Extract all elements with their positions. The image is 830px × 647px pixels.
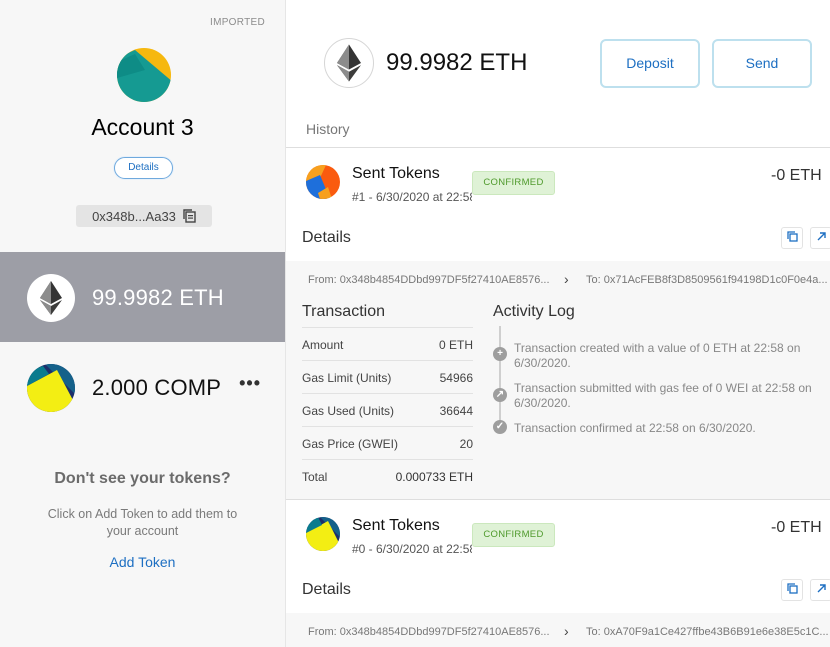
external-link-icon xyxy=(816,581,827,599)
transaction-amount: -0 ETH xyxy=(771,167,822,184)
breakdown-row: Gas Used (Units) 36644 xyxy=(302,393,473,426)
dont-see-text: Click on Add Token to add them to your a… xyxy=(47,507,238,538)
comp-identicon xyxy=(27,363,75,412)
activity-log-heading: Activity Log xyxy=(493,303,575,320)
token-row-eth[interactable]: 99.9982 ETH xyxy=(0,252,285,343)
ethereum-icon xyxy=(27,273,75,322)
recipient-identicon xyxy=(306,517,340,551)
deposit-button[interactable]: Deposit xyxy=(600,39,700,88)
to-address[interactable]: To: 0x71AcFEB8f3D8509561f94198D1c0F0e4a.… xyxy=(586,274,830,286)
from-address[interactable]: From: 0x348b4854DDbd997DF5f27410AE8576..… xyxy=(308,274,550,286)
activity-entry: Transaction created with a value of 0 ET… xyxy=(514,341,801,370)
copy-tx-hash-button[interactable] xyxy=(781,579,803,601)
transaction-subtitle: #1 - 6/30/2020 at 22:58 xyxy=(352,190,472,204)
breakdown-key: Gas Limit (Units) xyxy=(302,371,392,385)
breakdown-row: Gas Price (GWEI) 20 xyxy=(302,426,473,459)
activity-entry: Transaction confirmed at 22:58 on 6/30/2… xyxy=(514,421,756,435)
activity-timeline xyxy=(499,326,501,426)
from-address[interactable]: From: 0x348b4854DDbd997DF5f27410AE8576..… xyxy=(308,626,550,638)
copy-address-button[interactable]: 0x348b...Aa33 xyxy=(76,205,212,227)
transaction-title: Sent Tokens xyxy=(352,165,440,182)
breakdown-value: 36644 xyxy=(439,404,473,418)
account-details-button[interactable]: Details xyxy=(114,157,173,179)
transaction-row[interactable]: Sent Tokens #0 - 6/30/2020 at 22:58 CONF… xyxy=(286,500,830,570)
plus-icon: + xyxy=(493,347,507,361)
details-heading: Details xyxy=(302,581,351,598)
activity-entry: Transaction submitted with gas fee of 0 … xyxy=(514,381,812,410)
recipient-identicon xyxy=(306,165,340,199)
view-on-explorer-button[interactable] xyxy=(810,227,830,249)
breakdown-key: Total xyxy=(302,470,328,484)
copy-icon xyxy=(786,581,798,599)
status-badge: CONFIRMED xyxy=(472,523,555,547)
breakdown-key: Gas Price (GWEI) xyxy=(302,437,399,451)
token-amount: 99.9982 ETH xyxy=(92,284,224,310)
sidebar: IMPORTED Account 3 Details 0x348b...Aa33… xyxy=(0,0,285,647)
ethereum-icon xyxy=(324,38,374,88)
copy-icon xyxy=(183,209,196,223)
token-amount: 2.000 COMP xyxy=(92,374,222,400)
sender-recipient: From: 0x348b4854DDbd997DF5f27410AE8576..… xyxy=(286,261,830,299)
breakdown-key: Gas Used (Units) xyxy=(302,404,395,418)
transaction-amount: -0 ETH xyxy=(771,519,822,536)
check-icon: ✓ xyxy=(493,420,507,434)
breakdown-row: Gas Limit (Units) 54966 xyxy=(302,360,473,393)
external-link-icon xyxy=(816,229,827,247)
address-text: 0x348b...Aa33 xyxy=(92,208,176,224)
token-options-menu[interactable]: ••• xyxy=(239,374,261,392)
breakdown-key: Amount xyxy=(302,338,344,352)
account-header: IMPORTED Account 3 Details 0x348b...Aa33 xyxy=(0,0,285,250)
transaction-row[interactable]: Sent Tokens #1 - 6/30/2020 at 22:58 CONF… xyxy=(286,148,830,218)
details-heading: Details xyxy=(302,229,351,246)
balance-amount: 99.9982 ETH xyxy=(386,49,528,76)
breakdown-value: 20 xyxy=(459,437,473,451)
copy-tx-hash-button[interactable] xyxy=(781,227,803,249)
account-identicon xyxy=(117,48,171,102)
breakdown-value: 54966 xyxy=(439,371,473,385)
to-address[interactable]: To: 0xA70F9a1Ce427ffbe43B6B91e6e38E5c1C.… xyxy=(586,626,830,638)
send-button[interactable]: Send xyxy=(712,39,812,88)
details-bar: Details xyxy=(286,571,830,611)
add-token-link[interactable]: Add Token xyxy=(0,554,285,570)
account-name: Account 3 xyxy=(91,114,194,140)
chevron-right-icon: › xyxy=(564,271,569,287)
token-row-comp[interactable]: 2.000 COMP ••• xyxy=(0,342,285,433)
account-type-label: IMPORTED xyxy=(210,17,265,28)
status-badge: CONFIRMED xyxy=(472,171,555,195)
breakdown-value: 0.000733 ETH xyxy=(395,470,473,484)
arrow-up-right-icon: ↗ xyxy=(493,388,507,402)
copy-icon xyxy=(786,229,798,247)
breakdown-row: Amount 0 ETH xyxy=(302,327,473,360)
dont-see-title: Don't see your tokens? xyxy=(54,470,231,487)
breakdown-value: 0 ETH xyxy=(438,338,473,352)
transaction-subtitle: #0 - 6/30/2020 at 22:58 xyxy=(352,542,472,556)
view-on-explorer-button[interactable] xyxy=(810,579,830,601)
details-bar: Details xyxy=(286,219,830,259)
chevron-right-icon: › xyxy=(564,623,569,639)
sender-recipient: From: 0x348b4854DDbd997DF5f27410AE8576..… xyxy=(286,613,830,647)
transaction-heading: Transaction xyxy=(302,303,385,320)
history-label: History xyxy=(306,121,350,137)
main-panel: 99.9982 ETH Deposit Send History Sent To… xyxy=(285,0,830,647)
breakdown-total-row: Total 0.000733 ETH xyxy=(302,459,473,492)
transaction-title: Sent Tokens xyxy=(352,517,440,534)
